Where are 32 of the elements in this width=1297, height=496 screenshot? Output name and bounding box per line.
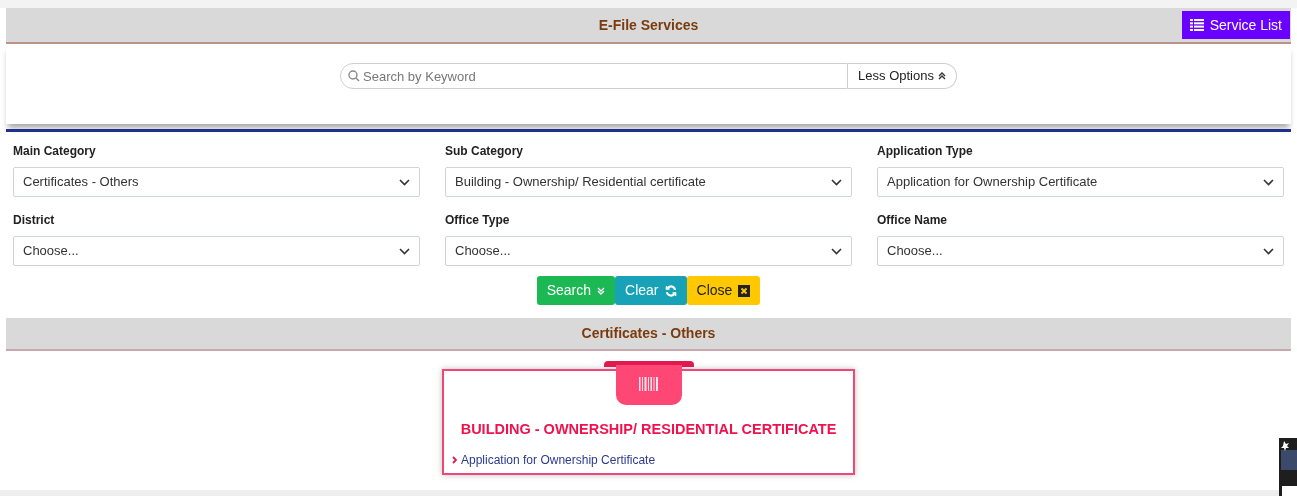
chevron-down-icon	[831, 247, 842, 255]
chevron-down-icon	[831, 178, 842, 186]
field-label: District	[13, 212, 55, 229]
refresh-icon	[664, 284, 677, 297]
select-field[interactable]: Building - Ownership/ Residential certificate	[445, 167, 852, 197]
double-chevron-down-icon	[597, 286, 606, 295]
chevron-down-icon	[1263, 178, 1274, 186]
select-field[interactable]: Certificates - Others	[13, 167, 420, 197]
close-button[interactable]: Close	[686, 276, 761, 305]
chevron-right-icon	[452, 455, 457, 464]
search-icon	[348, 70, 361, 82]
field-label: Application Type	[877, 143, 973, 160]
select-field[interactable]: Application for Ownership Certificate	[877, 167, 1284, 197]
select-field[interactable]: Choose...	[13, 236, 420, 266]
field-label: Main Category	[13, 143, 96, 160]
chevron-down-icon	[399, 178, 410, 186]
close-icon	[738, 284, 751, 297]
select-field[interactable]: Choose...	[877, 236, 1284, 266]
chevron-down-icon	[399, 247, 410, 255]
search-field[interactable]: Search by Keyword	[340, 63, 849, 89]
double-chevron-up-icon	[937, 72, 946, 80]
card-title: BUILDING - OWNERSHIP/ RESIDENTIAL CERTIFICATE	[459, 420, 838, 439]
section-title: Certificates - Others	[581, 324, 716, 343]
field-label: Office Name	[877, 212, 948, 229]
field-label: Sub Category	[445, 143, 523, 160]
page-title: E-File Services	[598, 15, 699, 35]
select-field[interactable]: Choose...	[445, 236, 852, 266]
application-link[interactable]: Application for Ownership Certificate	[461, 450, 656, 469]
service-list-button[interactable]: Service List	[1181, 11, 1290, 39]
field-label: Office Type	[445, 212, 510, 229]
list-icon	[1189, 19, 1204, 31]
chevron-down-icon	[1263, 247, 1274, 255]
